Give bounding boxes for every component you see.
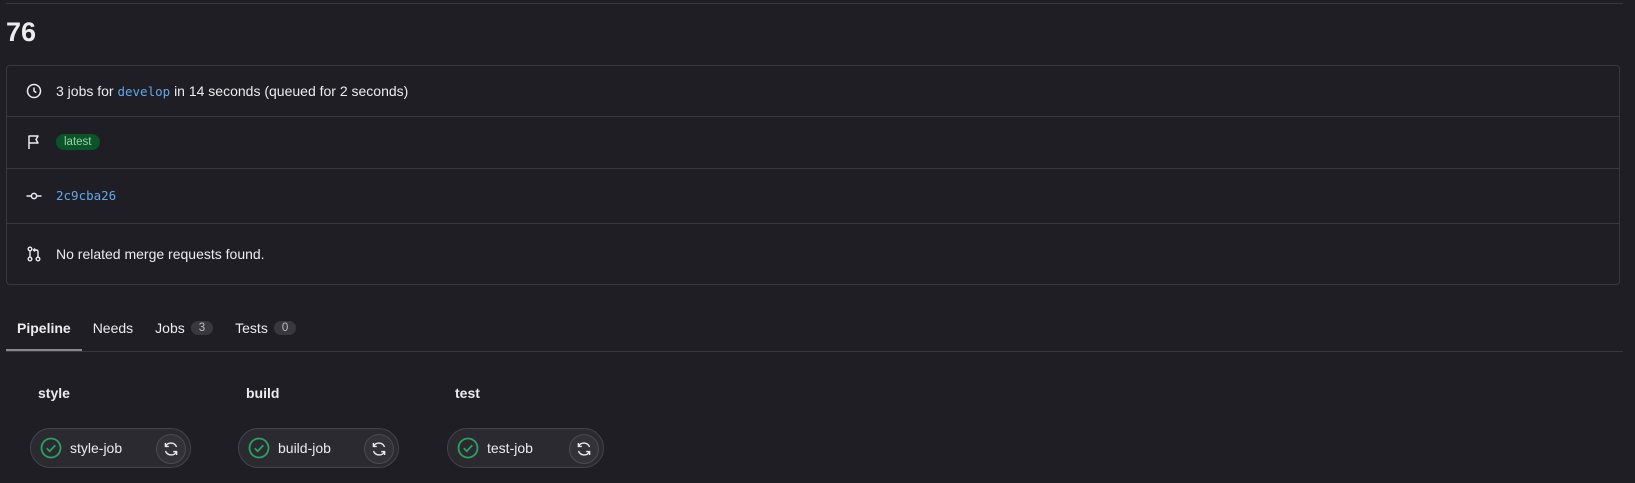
badges-row: latest [7, 116, 1619, 169]
pipeline-info-panel: 3 jobs for develop in 14 seconds (queued… [6, 65, 1620, 285]
duration-row: 3 jobs for develop in 14 seconds (queued… [7, 66, 1619, 117]
retry-icon [577, 442, 591, 456]
retry-button[interactable] [364, 434, 394, 464]
job-name: build-job [278, 440, 331, 456]
jobs-count-badge: 3 [190, 320, 214, 335]
stage-title: test [455, 385, 480, 401]
check-circle-icon [40, 437, 62, 459]
check-circle-icon [248, 437, 270, 459]
pipeline-tabs: Pipeline Needs Jobs 3 Tests 0 [6, 305, 307, 351]
job-test[interactable]: test-job [447, 428, 604, 468]
job-name: style-job [70, 440, 123, 456]
tabs-divider [6, 351, 1623, 352]
tab-needs[interactable]: Needs [82, 305, 144, 350]
branch-link[interactable]: develop [117, 84, 170, 99]
clock-icon [26, 83, 42, 99]
commit-sha-link[interactable]: 2c9cba26 [56, 188, 116, 203]
merge-requests-text: No related merge requests found. [56, 245, 265, 262]
stage-title: build [246, 385, 280, 401]
stage-title: style [38, 385, 70, 401]
tab-label: Tests [235, 319, 268, 336]
latest-badge: latest [56, 134, 100, 150]
merge-request-icon [26, 246, 42, 262]
jobs-summary-suffix: in 14 seconds (queued for 2 seconds) [174, 83, 409, 99]
tab-jobs[interactable]: Jobs 3 [144, 305, 224, 350]
job-style[interactable]: style-job [30, 428, 191, 468]
tab-tests[interactable]: Tests 0 [224, 305, 307, 350]
tab-pipeline[interactable]: Pipeline [6, 305, 82, 351]
page-title: 76 [6, 17, 37, 47]
merge-requests-row: No related merge requests found. [7, 223, 1619, 284]
commit-icon [26, 188, 42, 204]
tests-count-badge: 0 [273, 320, 297, 335]
retry-button[interactable] [156, 434, 186, 464]
retry-button[interactable] [569, 434, 599, 464]
jobs-summary-prefix: 3 jobs for [56, 83, 114, 99]
commit-row: 2c9cba26 [7, 168, 1619, 224]
tab-label: Pipeline [17, 319, 71, 336]
retry-icon [372, 442, 386, 456]
tab-label: Jobs [155, 319, 185, 336]
tab-label: Needs [92, 319, 134, 336]
top-divider [6, 3, 1623, 4]
flag-icon [26, 134, 42, 150]
retry-icon [164, 442, 178, 456]
job-name: test-job [487, 440, 533, 456]
check-circle-icon [457, 437, 479, 459]
job-build[interactable]: build-job [238, 428, 399, 468]
